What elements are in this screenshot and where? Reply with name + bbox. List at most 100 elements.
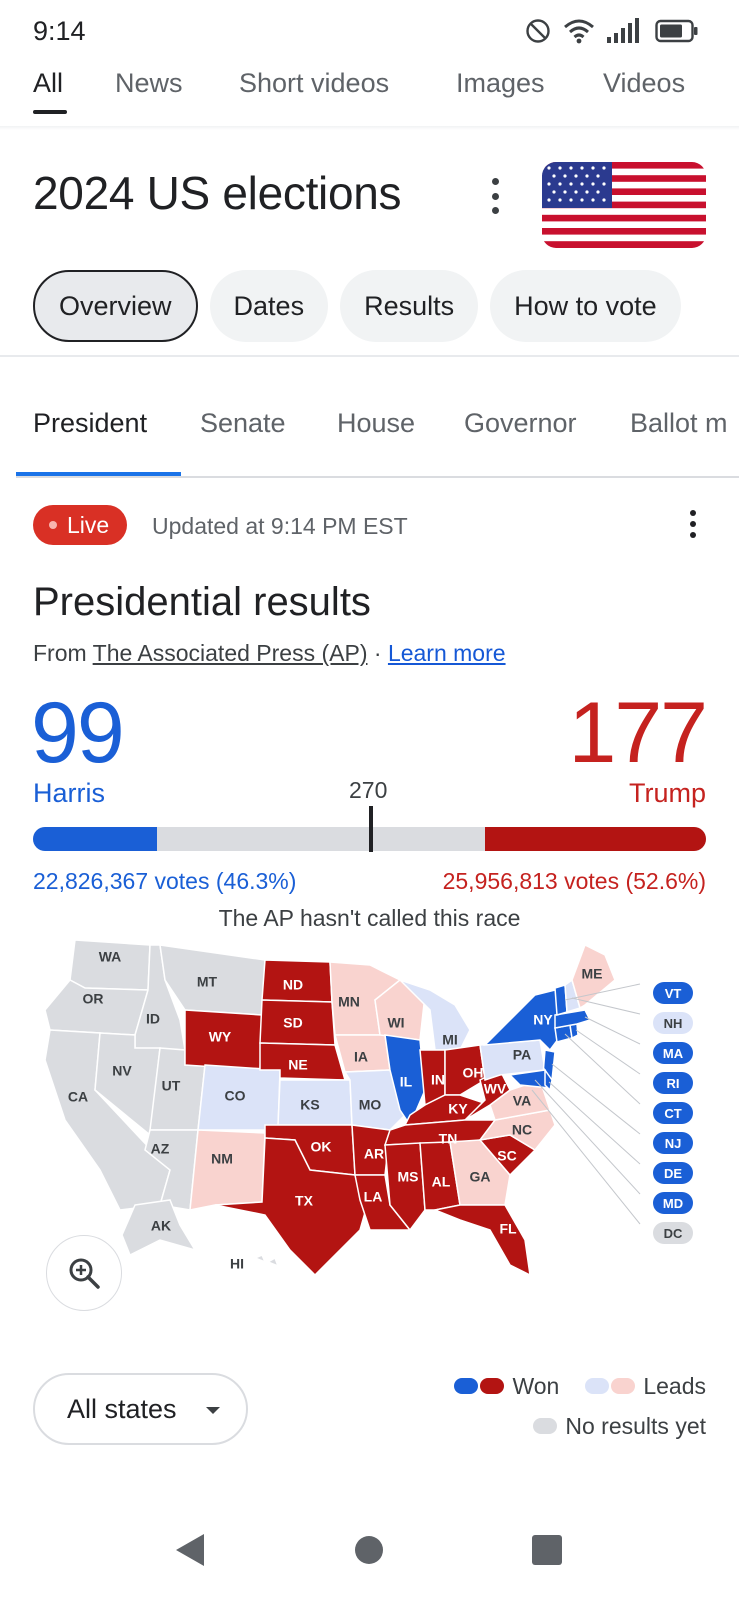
state-label-or: OR — [83, 991, 104, 1007]
results-title: Presidential results — [33, 580, 371, 624]
search-tabs: All News Short videos Images Videos — [0, 60, 739, 124]
legend-swatch-no-results — [533, 1418, 558, 1434]
status-time: 9:14 — [33, 16, 86, 46]
battery-icon — [655, 19, 698, 43]
tab-house[interactable]: House — [337, 408, 415, 439]
state-label-ok: OK — [311, 1139, 332, 1155]
chip-how-to-vote[interactable]: How to vote — [490, 270, 681, 342]
status-icons — [525, 18, 699, 44]
chip-overview[interactable]: Overview — [33, 270, 198, 342]
small-state-md[interactable]: MD — [653, 1192, 693, 1214]
state-label-ca: CA — [68, 1089, 88, 1105]
state-nm[interactable] — [189, 1129, 266, 1211]
source-line: From The Associated Press (AP) · Learn m… — [33, 640, 506, 667]
harris-bar-fill — [33, 827, 157, 851]
do-not-disturb-icon — [526, 19, 550, 43]
state-label-ia: IA — [354, 1049, 368, 1065]
harris-popular-votes: 22,826,367 votes (46.3%) — [33, 868, 297, 894]
search-tab-videos[interactable]: Videos — [603, 68, 685, 99]
state-ny[interactable] — [483, 989, 566, 1052]
state-label-mi: MI — [442, 1032, 458, 1048]
state-label-in: IN — [431, 1072, 445, 1088]
divider — [0, 126, 739, 130]
zoom-map-button[interactable] — [46, 1235, 122, 1311]
state-wa[interactable] — [69, 940, 151, 991]
tab-ballot-measures[interactable]: Ballot m — [630, 408, 728, 439]
state-label-sc: SC — [497, 1148, 516, 1164]
search-tab-short-videos[interactable]: Short videos — [239, 68, 389, 99]
state-label-hi: HI — [230, 1256, 244, 1272]
all-states-label: All states — [67, 1393, 177, 1424]
chevron-down-icon — [206, 1407, 220, 1414]
state-label-wa: WA — [99, 949, 122, 965]
tab-senate[interactable]: Senate — [200, 408, 286, 439]
home-icon[interactable] — [354, 1535, 384, 1565]
legend-swatch-rep-leads — [611, 1378, 636, 1394]
small-state-dc[interactable]: DC — [653, 1222, 693, 1244]
state-label-mn: MN — [338, 994, 360, 1010]
small-state-badges: VT NH MA RI CT NJ DE MD DC — [653, 982, 693, 1244]
small-state-ri[interactable]: RI — [653, 1072, 693, 1094]
chip-dates[interactable]: Dates — [209, 270, 329, 342]
learn-more-link[interactable]: Learn more — [388, 640, 506, 666]
legend-no-results: No results yet — [454, 1406, 706, 1446]
chip-results[interactable]: Results — [340, 270, 479, 342]
search-tab-all[interactable]: All — [33, 68, 63, 99]
threshold-marker — [368, 806, 373, 852]
small-state-nj[interactable]: NJ — [653, 1132, 693, 1154]
status-bar: 9:14 — [0, 0, 739, 60]
more-options-icon[interactable] — [488, 178, 502, 214]
state-label-oh: OH — [463, 1065, 484, 1081]
state-fl[interactable] — [432, 1204, 531, 1277]
threshold-label: 270 — [349, 777, 388, 803]
search-tab-news[interactable]: News — [115, 68, 183, 99]
state-label-wv: WV — [484, 1081, 507, 1097]
all-states-dropdown[interactable]: All states — [33, 1373, 248, 1445]
page-title: 2024 US elections — [33, 167, 402, 219]
state-label-ks: KS — [300, 1097, 319, 1113]
small-state-ma[interactable]: MA — [653, 1042, 693, 1064]
state-label-pa: PA — [513, 1047, 531, 1063]
state-label-ne: NE — [288, 1057, 307, 1073]
legend-won-label: Won — [512, 1372, 560, 1399]
search-tab-images[interactable]: Images — [456, 68, 545, 99]
state-label-mt: MT — [197, 974, 218, 990]
source-separator: · — [367, 640, 388, 666]
source-link[interactable]: The Associated Press (AP) — [93, 640, 368, 666]
small-state-ct[interactable]: CT — [653, 1102, 693, 1124]
small-state-nh[interactable]: NH — [653, 1012, 693, 1034]
state-label-fl: FL — [499, 1221, 517, 1237]
map-legend: Won Leads No results yet — [454, 1366, 706, 1446]
harris-electoral-votes: 99 — [31, 685, 125, 781]
state-label-tn: TN — [439, 1131, 458, 1147]
tab-governor[interactable]: Governor — [464, 408, 577, 439]
recents-icon[interactable] — [532, 1535, 562, 1565]
state-label-co: CO — [225, 1088, 246, 1104]
back-icon[interactable] — [176, 1534, 206, 1566]
card-more-options-icon[interactable] — [688, 510, 698, 538]
race-status: The AP hasn't called this race — [218, 905, 521, 931]
divider — [16, 476, 739, 478]
trump-popular-votes: 25,956,813 votes (52.6%) — [442, 868, 706, 894]
legend-no-results-label: No results yet — [565, 1412, 706, 1439]
state-label-nv: NV — [112, 1063, 132, 1079]
small-state-de[interactable]: DE — [653, 1162, 693, 1184]
live-label: Live — [67, 511, 110, 538]
legend-swatch-dem-leads — [585, 1378, 610, 1394]
small-state-vt[interactable]: VT — [653, 982, 693, 1004]
state-label-wi: WI — [387, 1015, 404, 1031]
state-label-id: ID — [146, 1011, 160, 1027]
us-electoral-map[interactable]: WA OR CA ID NV MT UT AZ WY CO NM ND SD NE KS OK TX MN IA MO… — [40, 940, 710, 1310]
legend-swatch-rep-won — [480, 1378, 505, 1394]
state-label-ga: GA — [470, 1169, 491, 1185]
state-hi[interactable] — [253, 1254, 280, 1268]
tab-president[interactable]: President — [33, 408, 147, 439]
state-label-mo: MO — [359, 1097, 382, 1113]
divider — [0, 355, 739, 357]
state-label-la: LA — [364, 1189, 383, 1205]
state-label-tx: TX — [295, 1193, 314, 1209]
wifi-icon — [564, 19, 594, 44]
trump-electoral-votes: 177 — [568, 685, 708, 781]
state-label-ky: KY — [448, 1101, 468, 1117]
system-nav-bar — [0, 1520, 739, 1600]
